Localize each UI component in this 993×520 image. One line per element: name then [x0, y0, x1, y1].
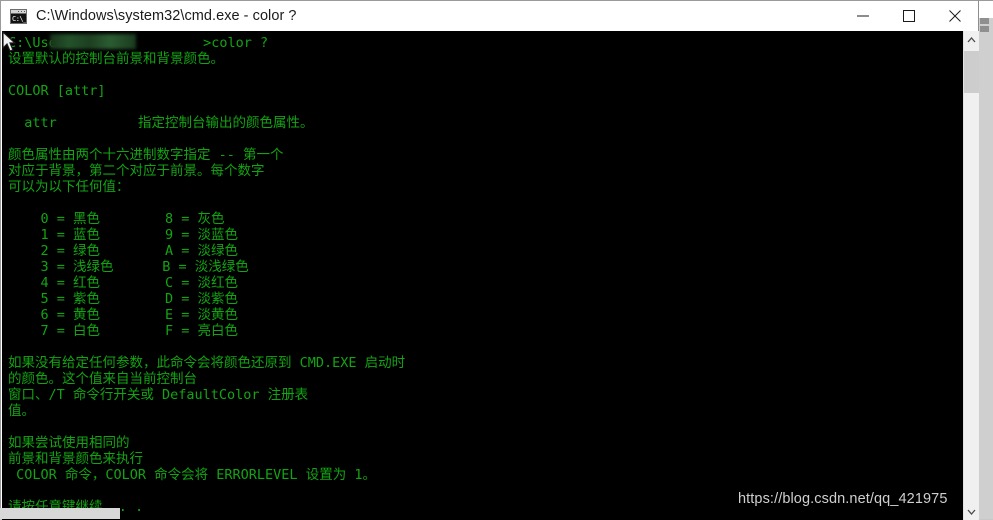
console-blank-line [8, 483, 405, 499]
console-blank-line [8, 131, 405, 147]
console-blank-line [8, 99, 405, 115]
desktop-background: C:\_ C:\Windows\system32\cmd.exe - color… [0, 0, 993, 519]
console-line: 5 = 紫色 D = 淡紫色 [8, 291, 238, 307]
close-icon [949, 10, 961, 22]
username-redaction-overlay [50, 34, 136, 49]
chevron-down-icon [967, 509, 976, 515]
gutter-shadow-block-1 [980, 18, 989, 24]
console-blank-line [8, 195, 405, 211]
console-line: 4 = 红色 C = 淡红色 [8, 275, 238, 291]
console-line: 设置默认的控制台前景和背景颜色。 [8, 51, 224, 67]
maximize-button[interactable] [886, 1, 932, 31]
cmd-exe-icon[interactable]: C:\_ [10, 9, 27, 24]
console-line: 的颜色。这个值来自当前控制台 [8, 371, 197, 387]
window-titlebar[interactable]: C:\_ C:\Windows\system32\cmd.exe - color… [1, 1, 978, 31]
console-line: 如果尝试使用相同的 [8, 435, 130, 451]
close-button[interactable] [932, 1, 978, 31]
scrollbar-thumb[interactable] [964, 51, 979, 93]
minimize-icon [857, 10, 869, 22]
console-line: attr 指定控制台输出的颜色属性。 [8, 115, 314, 131]
console-line: C:\Users >color ? [8, 35, 268, 51]
minimize-button[interactable] [840, 1, 886, 31]
console-line: COLOR 命令，COLOR 命令会将 ERRORLEVEL 设置为 1。 [8, 467, 376, 483]
window-bottom-strip [0, 508, 120, 519]
console-blank-line [8, 67, 405, 83]
console-line: 如果没有给定任何参数，此命令会将颜色还原到 CMD.EXE 启动时 [8, 355, 405, 371]
gutter-shadow-block-2 [980, 26, 989, 32]
console-line: 可以为以下任何值： [8, 179, 130, 195]
console-line: 值。 [8, 403, 35, 419]
console-line: 前景和背景颜色来执行 [8, 451, 143, 467]
scroll-down-arrow[interactable] [964, 503, 979, 520]
console-line: 1 = 蓝色 9 = 淡蓝色 [8, 227, 238, 243]
mouse-cursor-artifact [2, 31, 18, 53]
gutter-titlebar-continuation [979, 0, 993, 18]
window-controls [840, 1, 978, 31]
watermark-url: https://blog.csdn.net/qq_421975 [738, 491, 947, 507]
console-scrollbar[interactable] [963, 31, 979, 520]
console-line: 7 = 白色 F = 亮白色 [8, 323, 238, 339]
console-line: 窗口、/T 命令行开关或 DefaultColor 注册表 [8, 387, 308, 403]
chevron-up-icon [967, 37, 976, 43]
console-line: 3 = 浅绿色 B = 淡浅绿色 [8, 259, 249, 275]
window-title: C:\Windows\system32\cmd.exe - color ? [36, 8, 840, 24]
scroll-up-arrow[interactable] [964, 31, 979, 48]
console-line: 2 = 绿色 A = 淡绿色 [8, 243, 238, 259]
maximize-icon [903, 10, 915, 22]
cmd-window: C:\_ C:\Windows\system32\cmd.exe - color… [0, 0, 979, 519]
console-line: 对应于背景，第二个对应于前景。每个数字 [8, 163, 265, 179]
window-right-gutter [979, 0, 993, 519]
console-blank-line [8, 339, 405, 355]
console-blank-line [8, 419, 405, 435]
console-line: 颜色属性由两个十六进制数字指定 -- 第一个 [8, 147, 284, 163]
cmd-icon-prompt-glyph: C:\_ [11, 14, 26, 23]
console-client-area[interactable]: C:\Users >color ? 设置默认的控制台前景和背景颜色。 COLOR… [2, 31, 963, 520]
console-output: C:\Users >color ? 设置默认的控制台前景和背景颜色。 COLOR… [2, 31, 405, 515]
console-line: 0 = 黑色 8 = 灰色 [8, 211, 225, 227]
console-line: 6 = 黄色 E = 淡黄色 [8, 307, 238, 323]
console-line: COLOR [attr] [8, 83, 106, 99]
